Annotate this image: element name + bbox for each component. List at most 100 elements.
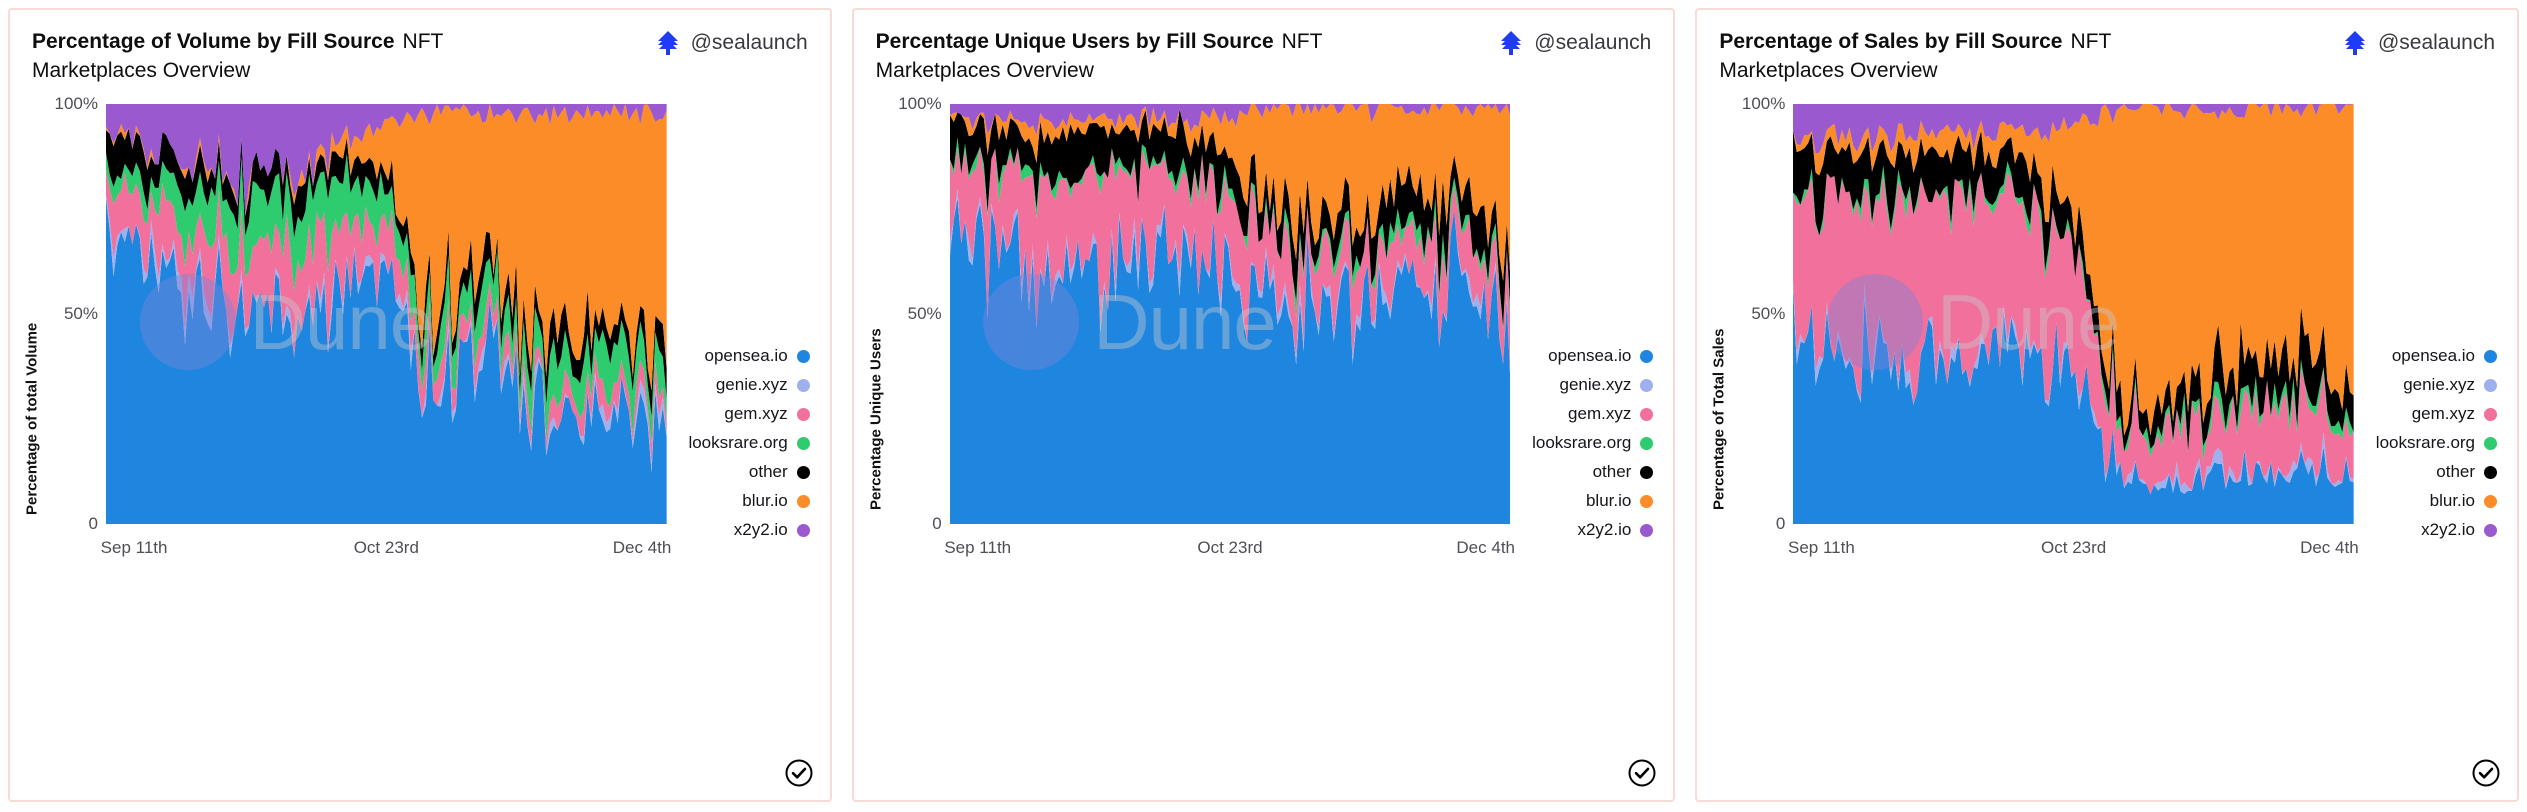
legend-item-genie-xyz[interactable]: genie.xyz: [716, 375, 810, 395]
chart-legend: opensea.io genie.xyz gem.xyz looksrare.org o…: [2375, 346, 2498, 540]
legend-item-blur-io[interactable]: blur.io: [742, 491, 810, 511]
legend-swatch-icon: [796, 465, 810, 479]
y-tick-label: 0: [1775, 514, 1786, 533]
chart-panel-volume: Percentage of Volume by Fill Source NFT M…: [8, 8, 832, 802]
legend-swatch-icon: [796, 378, 810, 392]
y-tick-label: 100%: [54, 94, 98, 113]
legend-item-opensea-io[interactable]: opensea.io: [2392, 346, 2498, 366]
brand-credit[interactable]: @sealaunch: [2342, 28, 2495, 56]
legend-swatch-icon: [796, 436, 810, 450]
sealaunch-logo-icon: [2342, 30, 2368, 56]
legend-item-label: x2y2.io: [1577, 520, 1632, 539]
check-circle-icon[interactable]: [1627, 758, 1657, 788]
legend-swatch-icon: [1640, 378, 1654, 392]
panel-title-line1: Percentage of Volume by Fill Source NFT: [32, 28, 443, 56]
legend-item-label: other: [748, 462, 788, 481]
y-tick-label: 100%: [898, 94, 942, 113]
y-tick-label: 50%: [907, 304, 942, 323]
panel-subtitle: Marketplaces Overview: [1719, 59, 1938, 82]
legend-item-label: genie.xyz: [1559, 375, 1632, 394]
y-tick-label: 0: [932, 514, 942, 533]
x-tick-label: Dec 4th: [1456, 538, 1515, 557]
chart-legend: opensea.io genie.xyz gem.xyz looksrare.org o…: [1532, 346, 1654, 540]
legend-swatch-icon: [2484, 523, 2498, 537]
legend-swatch-icon: [2484, 349, 2498, 363]
legend-item-looksrare-org[interactable]: looksrare.org: [1532, 433, 1654, 453]
x-tick-label: Oct 23rd: [2041, 538, 2107, 557]
legend-swatch-icon: [796, 494, 810, 508]
legend-item-x2y2-io[interactable]: x2y2.io: [2421, 520, 2498, 540]
legend-item-looksrare-org[interactable]: looksrare.org: [688, 433, 810, 453]
stacked-area-chart[interactable]: Dune: [106, 104, 667, 524]
check-circle-icon[interactable]: [784, 758, 814, 788]
brand-handle: @sealaunch: [2377, 31, 2496, 54]
chart-panel-unique-users: Percentage Unique Users by Fill Source NF…: [851, 8, 1676, 802]
legend-swatch-icon: [796, 523, 810, 537]
legend-item-label: genie.xyz: [715, 375, 788, 394]
legend-item-blur-io[interactable]: blur.io: [2429, 491, 2498, 511]
y-axis-ticks: 0 50% 100%: [1731, 94, 1793, 794]
y-axis-title: Percentage of total Volume: [23, 322, 41, 516]
legend-swatch-icon: [796, 407, 810, 421]
legend-item-label: blur.io: [742, 491, 788, 510]
legend-swatch-icon: [2484, 436, 2498, 450]
brand-credit[interactable]: @sealaunch: [655, 28, 808, 56]
legend-item-opensea-io[interactable]: opensea.io: [1548, 346, 1654, 366]
panel-title-wrap: Percentage Unique Users by Fill Source NF…: [876, 28, 1323, 86]
legend-swatch-icon: [2484, 378, 2498, 392]
legend-item-gem-xyz[interactable]: gem.xyz: [1568, 404, 1654, 424]
legend-item-gem-xyz[interactable]: gem.xyz: [724, 404, 810, 424]
x-tick-label: Sep 11th: [1788, 538, 1855, 557]
chart-panel-sales: Percentage of Sales by Fill Source NFT Ma…: [1695, 8, 2520, 802]
brand-handle: @sealaunch: [690, 31, 808, 54]
legend-swatch-icon: [1640, 494, 1654, 508]
panel-title-wrap: Percentage of Volume by Fill Source NFT M…: [32, 28, 443, 86]
panel-title-line1: Percentage of Sales by Fill Source NFT: [1719, 28, 2111, 56]
stacked-area-chart[interactable]: Dune: [1793, 104, 2354, 524]
legend-item-label: looksrare.org: [688, 433, 788, 452]
legend-item-genie-xyz[interactable]: genie.xyz: [2403, 375, 2498, 395]
panel-header: Percentage of Sales by Fill Source NFT Ma…: [1697, 10, 2517, 86]
legend-item-other[interactable]: other: [749, 462, 810, 482]
legend-item-gem-xyz[interactable]: gem.xyz: [2412, 404, 2498, 424]
legend-swatch-icon: [2484, 465, 2498, 479]
stacked-area-chart[interactable]: Dune: [949, 104, 1511, 524]
panel-header: Percentage of Volume by Fill Source NFT M…: [10, 10, 830, 86]
legend-item-label: genie.xyz: [2403, 375, 2476, 394]
legend-item-genie-xyz[interactable]: genie.xyz: [1560, 375, 1654, 395]
check-circle-icon[interactable]: [2471, 758, 2501, 788]
legend-item-label: x2y2.io: [2421, 520, 2476, 539]
legend-item-opensea-io[interactable]: opensea.io: [704, 346, 810, 366]
y-tick-label: 0: [88, 514, 98, 533]
legend-item-other[interactable]: other: [2436, 462, 2498, 482]
legend-item-label: opensea.io: [704, 346, 788, 365]
chart-legend: opensea.io genie.xyz gem.xyz looksrare.org o…: [688, 346, 810, 540]
legend-item-looksrare-org[interactable]: looksrare.org: [2375, 433, 2498, 453]
x-tick-label: Sep 11th: [944, 538, 1012, 557]
plot-area: Percentage Unique Users 0 50% 100% Dune Se…: [854, 86, 1674, 800]
legend-item-label: looksrare.org: [1532, 433, 1632, 452]
legend-item-label: blur.io: [2429, 491, 2476, 510]
panel-subtitle: Marketplaces Overview: [32, 59, 251, 82]
legend-swatch-icon: [1640, 436, 1654, 450]
legend-item-x2y2-io[interactable]: x2y2.io: [734, 520, 810, 540]
legend-swatch-icon: [2484, 407, 2498, 421]
legend-item-label: other: [1592, 462, 1632, 481]
page-title: Percentage of Volume by Fill Source: [32, 30, 395, 53]
x-tick-label: Dec 4th: [2300, 538, 2359, 557]
legend-swatch-icon: [1640, 465, 1654, 479]
legend-item-x2y2-io[interactable]: x2y2.io: [1577, 520, 1654, 540]
y-axis-title: Percentage Unique Users: [867, 328, 885, 510]
x-tick-label: Oct 23rd: [353, 538, 419, 557]
legend-item-blur-io[interactable]: blur.io: [1586, 491, 1654, 511]
legend-item-label: other: [2436, 462, 2476, 481]
plot-area: Percentage of Total Sales 0 50% 100% Dune …: [1697, 86, 2517, 800]
panel-subtitle: Marketplaces Overview: [875, 59, 1094, 82]
plot-area: Percentage of total Volume 0 50% 100% Dune…: [10, 86, 830, 800]
legend-swatch-icon: [796, 349, 810, 363]
x-axis-ticks: Sep 11th Oct 23rd Dec 4th: [101, 530, 672, 568]
brand-credit[interactable]: @sealaunch: [1498, 28, 1651, 56]
legend-item-other[interactable]: other: [1593, 462, 1654, 482]
sealaunch-logo-icon: [655, 30, 681, 56]
legend-item-label: looksrare.org: [2375, 433, 2476, 452]
